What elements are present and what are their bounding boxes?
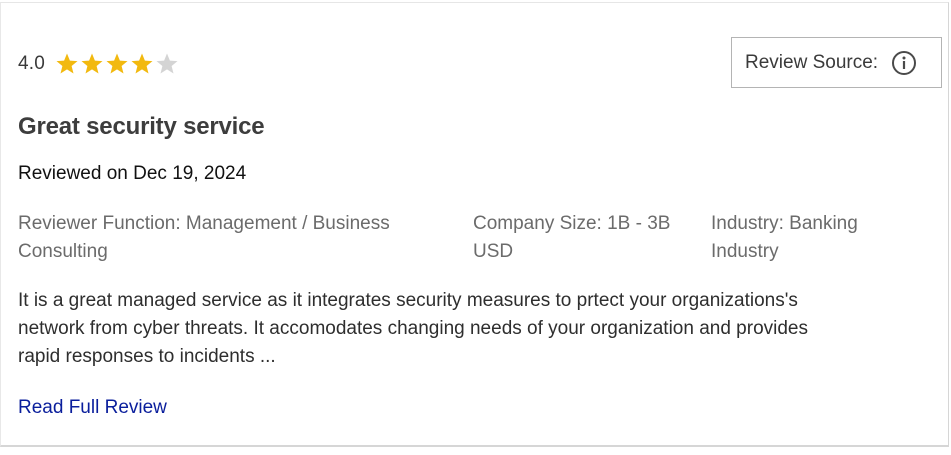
review-excerpt: It is a great managed service as it inte… <box>18 287 928 371</box>
star-filled-icon <box>105 52 129 76</box>
star-filled-icon <box>80 52 104 76</box>
rating-row: 4.0 <box>18 47 179 81</box>
reviewer-function-line: Consulting <box>18 241 108 262</box>
industry-line: Industry: Banking <box>711 213 858 234</box>
read-full-review-link[interactable]: Read Full Review <box>18 397 167 419</box>
star-empty-icon <box>155 52 179 76</box>
reviewer-function: Reviewer Function: Management / Business… <box>18 210 448 266</box>
rating-value: 4.0 <box>18 53 46 74</box>
company-size-line: USD <box>473 241 514 262</box>
review-excerpt-line: network from cyber threats. It accomodat… <box>18 318 808 339</box>
industry: Industry: Banking Industry <box>711 210 936 266</box>
star-filled-icon <box>130 52 154 76</box>
industry-line: Industry <box>711 241 779 262</box>
review-card: 4.0 Review Source: Great security servic… <box>0 2 949 447</box>
review-excerpt-line: It is a great managed service as it inte… <box>18 290 798 311</box>
review-date: Reviewed on Dec 19, 2024 <box>18 163 247 184</box>
company-size-line: Company Size: 1B - 3B <box>473 213 671 234</box>
review-source-label: Review Source: <box>745 51 879 73</box>
reviewer-function-line: Reviewer Function: Management / Business <box>18 213 390 234</box>
review-title: Great security service <box>18 113 265 140</box>
star-rating <box>55 52 179 76</box>
company-size: Company Size: 1B - 3B USD <box>473 210 698 266</box>
review-excerpt-line: rapid responses to incidents ... <box>18 346 276 367</box>
star-filled-icon <box>55 52 79 76</box>
review-source-box[interactable]: Review Source: <box>731 37 942 88</box>
info-circle-icon[interactable] <box>891 50 917 76</box>
